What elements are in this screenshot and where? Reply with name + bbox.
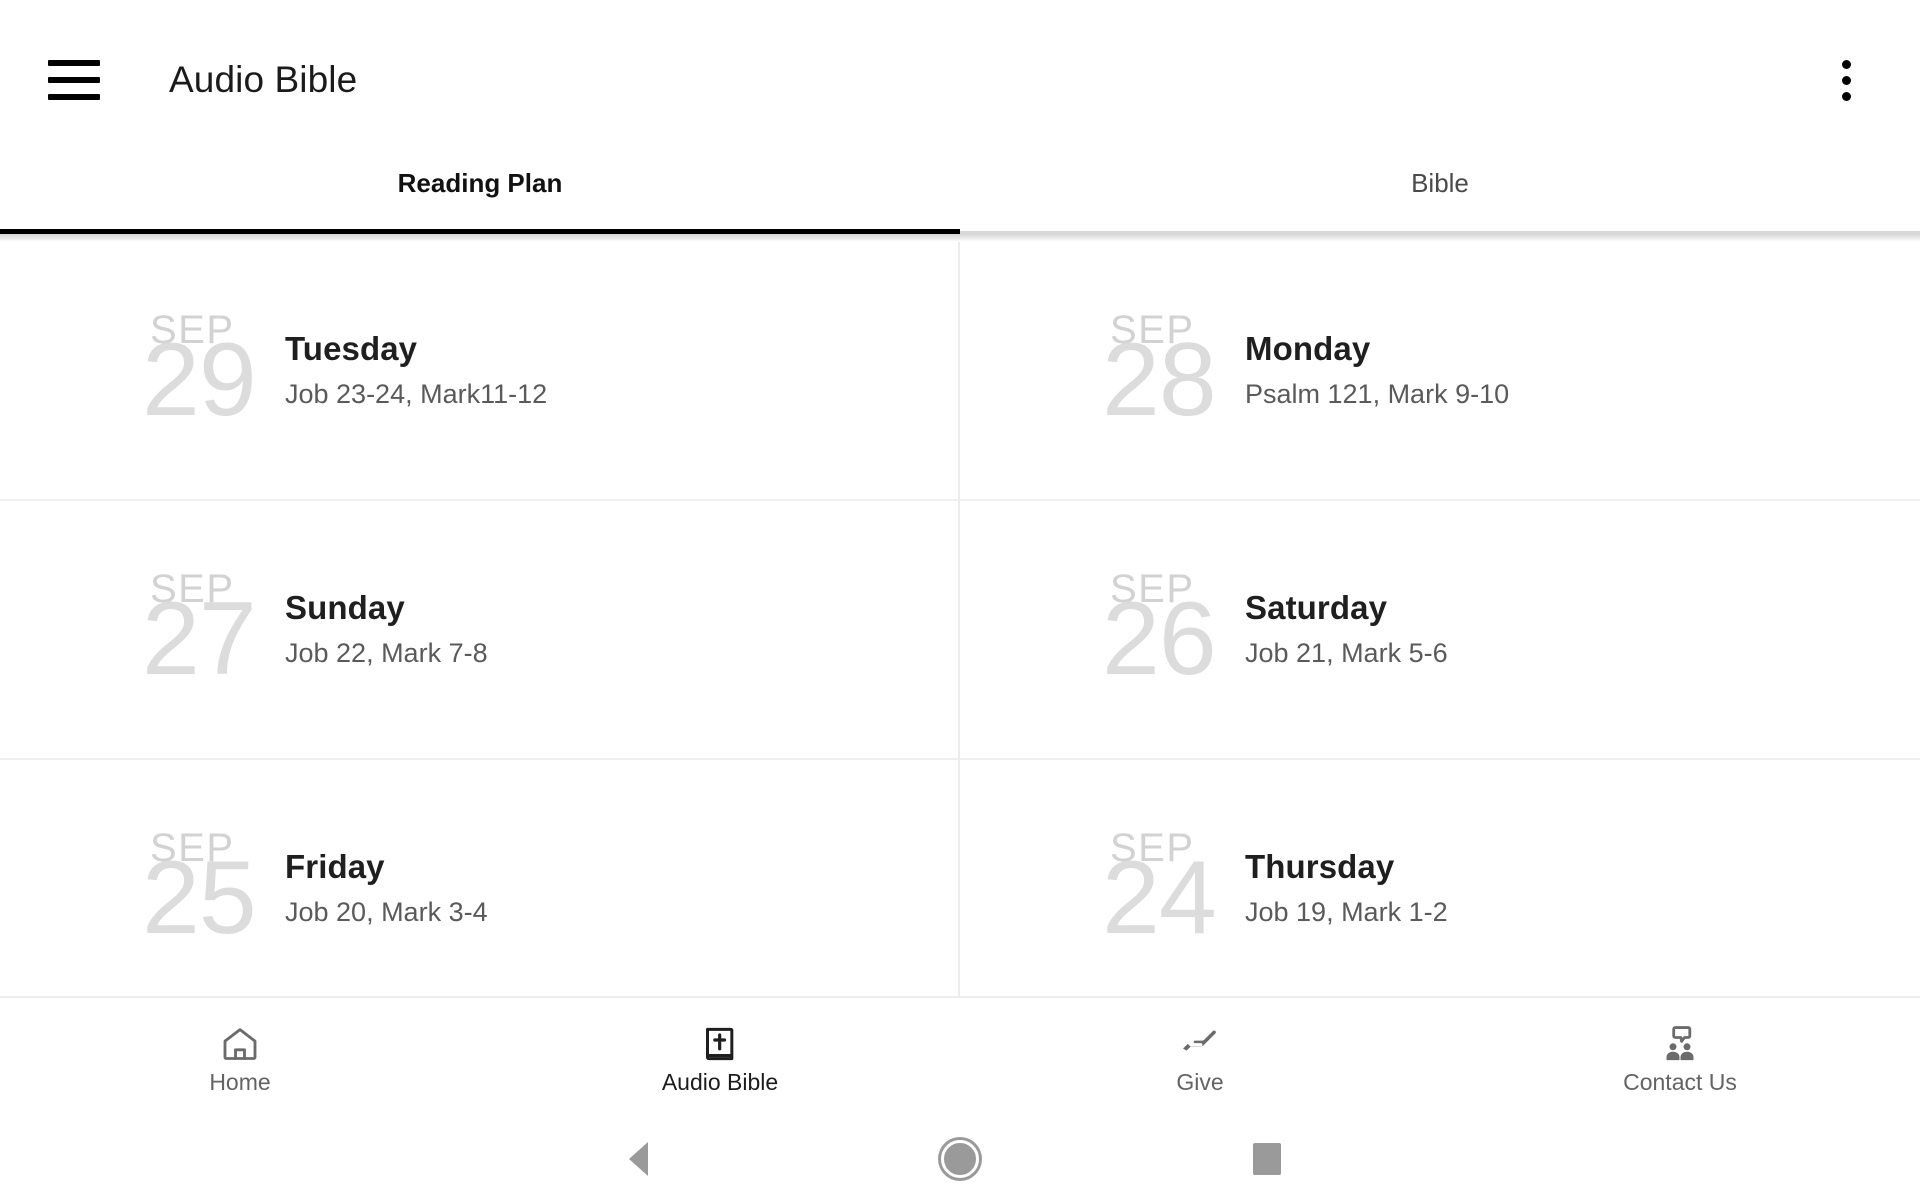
card-day-number: 25 <box>142 840 257 956</box>
card-date-block: SEP 28 <box>960 242 1245 499</box>
home-icon <box>220 1023 260 1065</box>
bible-book-icon <box>700 1023 740 1065</box>
card-day-number: 29 <box>142 322 257 438</box>
tab-reading-plan-label: Reading Plan <box>397 168 563 198</box>
android-system-navigation <box>0 1118 1920 1200</box>
card-day-number: 27 <box>142 581 257 697</box>
contact-people-icon <box>1659 1023 1701 1065</box>
bottom-navigation-bar: Home Audio Bible Give Contact Us <box>0 996 1920 1118</box>
reading-plan-card[interactable]: SEP 29 Tuesday Job 23-24, Mark11-12 <box>0 242 960 501</box>
hamburger-line <box>48 77 100 83</box>
card-weekday: Tuesday <box>285 330 418 368</box>
card-text-block: Saturday Job 21, Mark 5-6 <box>1245 589 1920 669</box>
card-date-block: SEP 29 <box>0 242 285 499</box>
card-weekday: Thursday <box>1245 848 1395 886</box>
back-triangle-icon[interactable] <box>593 1124 683 1194</box>
card-day-number: 28 <box>1102 322 1217 438</box>
card-weekday: Saturday <box>1245 589 1388 627</box>
card-day-number: 26 <box>1102 581 1217 697</box>
home-circle-icon[interactable] <box>915 1124 1005 1194</box>
card-passage: Job 22, Mark 7-8 <box>285 638 488 669</box>
tab-active-indicator <box>0 229 960 234</box>
overflow-dot <box>1841 59 1851 69</box>
tab-bible[interactable]: Bible <box>960 160 1920 234</box>
card-text-block: Friday Job 20, Mark 3-4 <box>285 848 958 928</box>
reading-plan-card[interactable]: SEP 25 Friday Job 20, Mark 3-4 <box>0 760 960 996</box>
more-vertical-icon[interactable] <box>1816 50 1876 110</box>
card-text-block: Thursday Job 19, Mark 1-2 <box>1245 848 1920 928</box>
reading-plan-scroll-area[interactable]: SEP 29 Tuesday Job 23-24, Mark11-12 SEP … <box>0 242 1920 996</box>
card-date-block: SEP 24 <box>960 760 1245 996</box>
card-weekday: Sunday <box>285 589 405 627</box>
card-date-block: SEP 25 <box>0 760 285 996</box>
tab-reading-plan[interactable]: Reading Plan <box>0 160 960 234</box>
hamburger-line <box>48 60 100 66</box>
nav-item-home[interactable]: Home <box>0 1023 480 1094</box>
card-passage: Psalm 121, Mark 9-10 <box>1245 379 1510 410</box>
nav-item-home-label: Home <box>209 1068 271 1095</box>
recents-square-icon[interactable] <box>1222 1124 1312 1194</box>
nav-item-audio-bible-label: Audio Bible <box>661 1068 779 1095</box>
hamburger-menu-icon[interactable] <box>48 60 100 100</box>
card-text-block: Tuesday Job 23-24, Mark11-12 <box>285 330 958 410</box>
app-root: Audio Bible Reading Plan Bible SEP 29 Tu… <box>0 0 1920 1200</box>
back-triangle-shape <box>628 1142 648 1176</box>
tab-bar-shadow <box>0 234 1920 242</box>
card-passage: Job 23-24, Mark11-12 <box>285 379 548 410</box>
reading-plan-card[interactable]: SEP 26 Saturday Job 21, Mark 5-6 <box>960 501 1920 760</box>
card-passage: Job 19, Mark 1-2 <box>1245 897 1448 928</box>
nav-item-give[interactable]: Give <box>960 1023 1440 1094</box>
card-weekday: Friday <box>285 848 385 886</box>
card-text-block: Monday Psalm 121, Mark 9-10 <box>1245 330 1920 410</box>
card-date-block: SEP 27 <box>0 501 285 758</box>
card-passage: Job 20, Mark 3-4 <box>285 897 488 928</box>
overflow-dot <box>1841 75 1851 85</box>
home-circle-shape <box>941 1140 979 1178</box>
reading-plan-card[interactable]: SEP 24 Thursday Job 19, Mark 1-2 <box>960 760 1920 996</box>
card-text-block: Sunday Job 22, Mark 7-8 <box>285 589 958 669</box>
tab-bible-label: Bible <box>1411 168 1469 198</box>
nav-item-audio-bible[interactable]: Audio Bible <box>480 1023 960 1094</box>
card-weekday: Monday <box>1245 330 1371 368</box>
nav-item-contact-us-label: Contact Us <box>1623 1068 1737 1095</box>
nav-item-contact-us[interactable]: Contact Us <box>1440 1023 1920 1094</box>
card-date-block: SEP 26 <box>960 501 1245 758</box>
reading-plan-card[interactable]: SEP 27 Sunday Job 22, Mark 7-8 <box>0 501 960 760</box>
reading-plan-card[interactable]: SEP 28 Monday Psalm 121, Mark 9-10 <box>960 242 1920 501</box>
card-day-number: 24 <box>1102 840 1217 956</box>
app-bar: Audio Bible <box>0 0 1920 160</box>
hamburger-line <box>48 94 100 100</box>
card-passage: Job 21, Mark 5-6 <box>1245 638 1448 669</box>
page-title: Audio Bible <box>169 59 358 100</box>
tab-inactive-indicator <box>960 231 1920 234</box>
nav-item-give-label: Give <box>1176 1068 1224 1095</box>
tab-bar: Reading Plan Bible <box>0 160 1920 234</box>
overflow-dot <box>1841 91 1851 101</box>
open-hand-icon <box>1179 1023 1221 1065</box>
reading-plan-grid: SEP 29 Tuesday Job 23-24, Mark11-12 SEP … <box>0 242 1920 996</box>
recents-square-shape <box>1253 1143 1281 1175</box>
